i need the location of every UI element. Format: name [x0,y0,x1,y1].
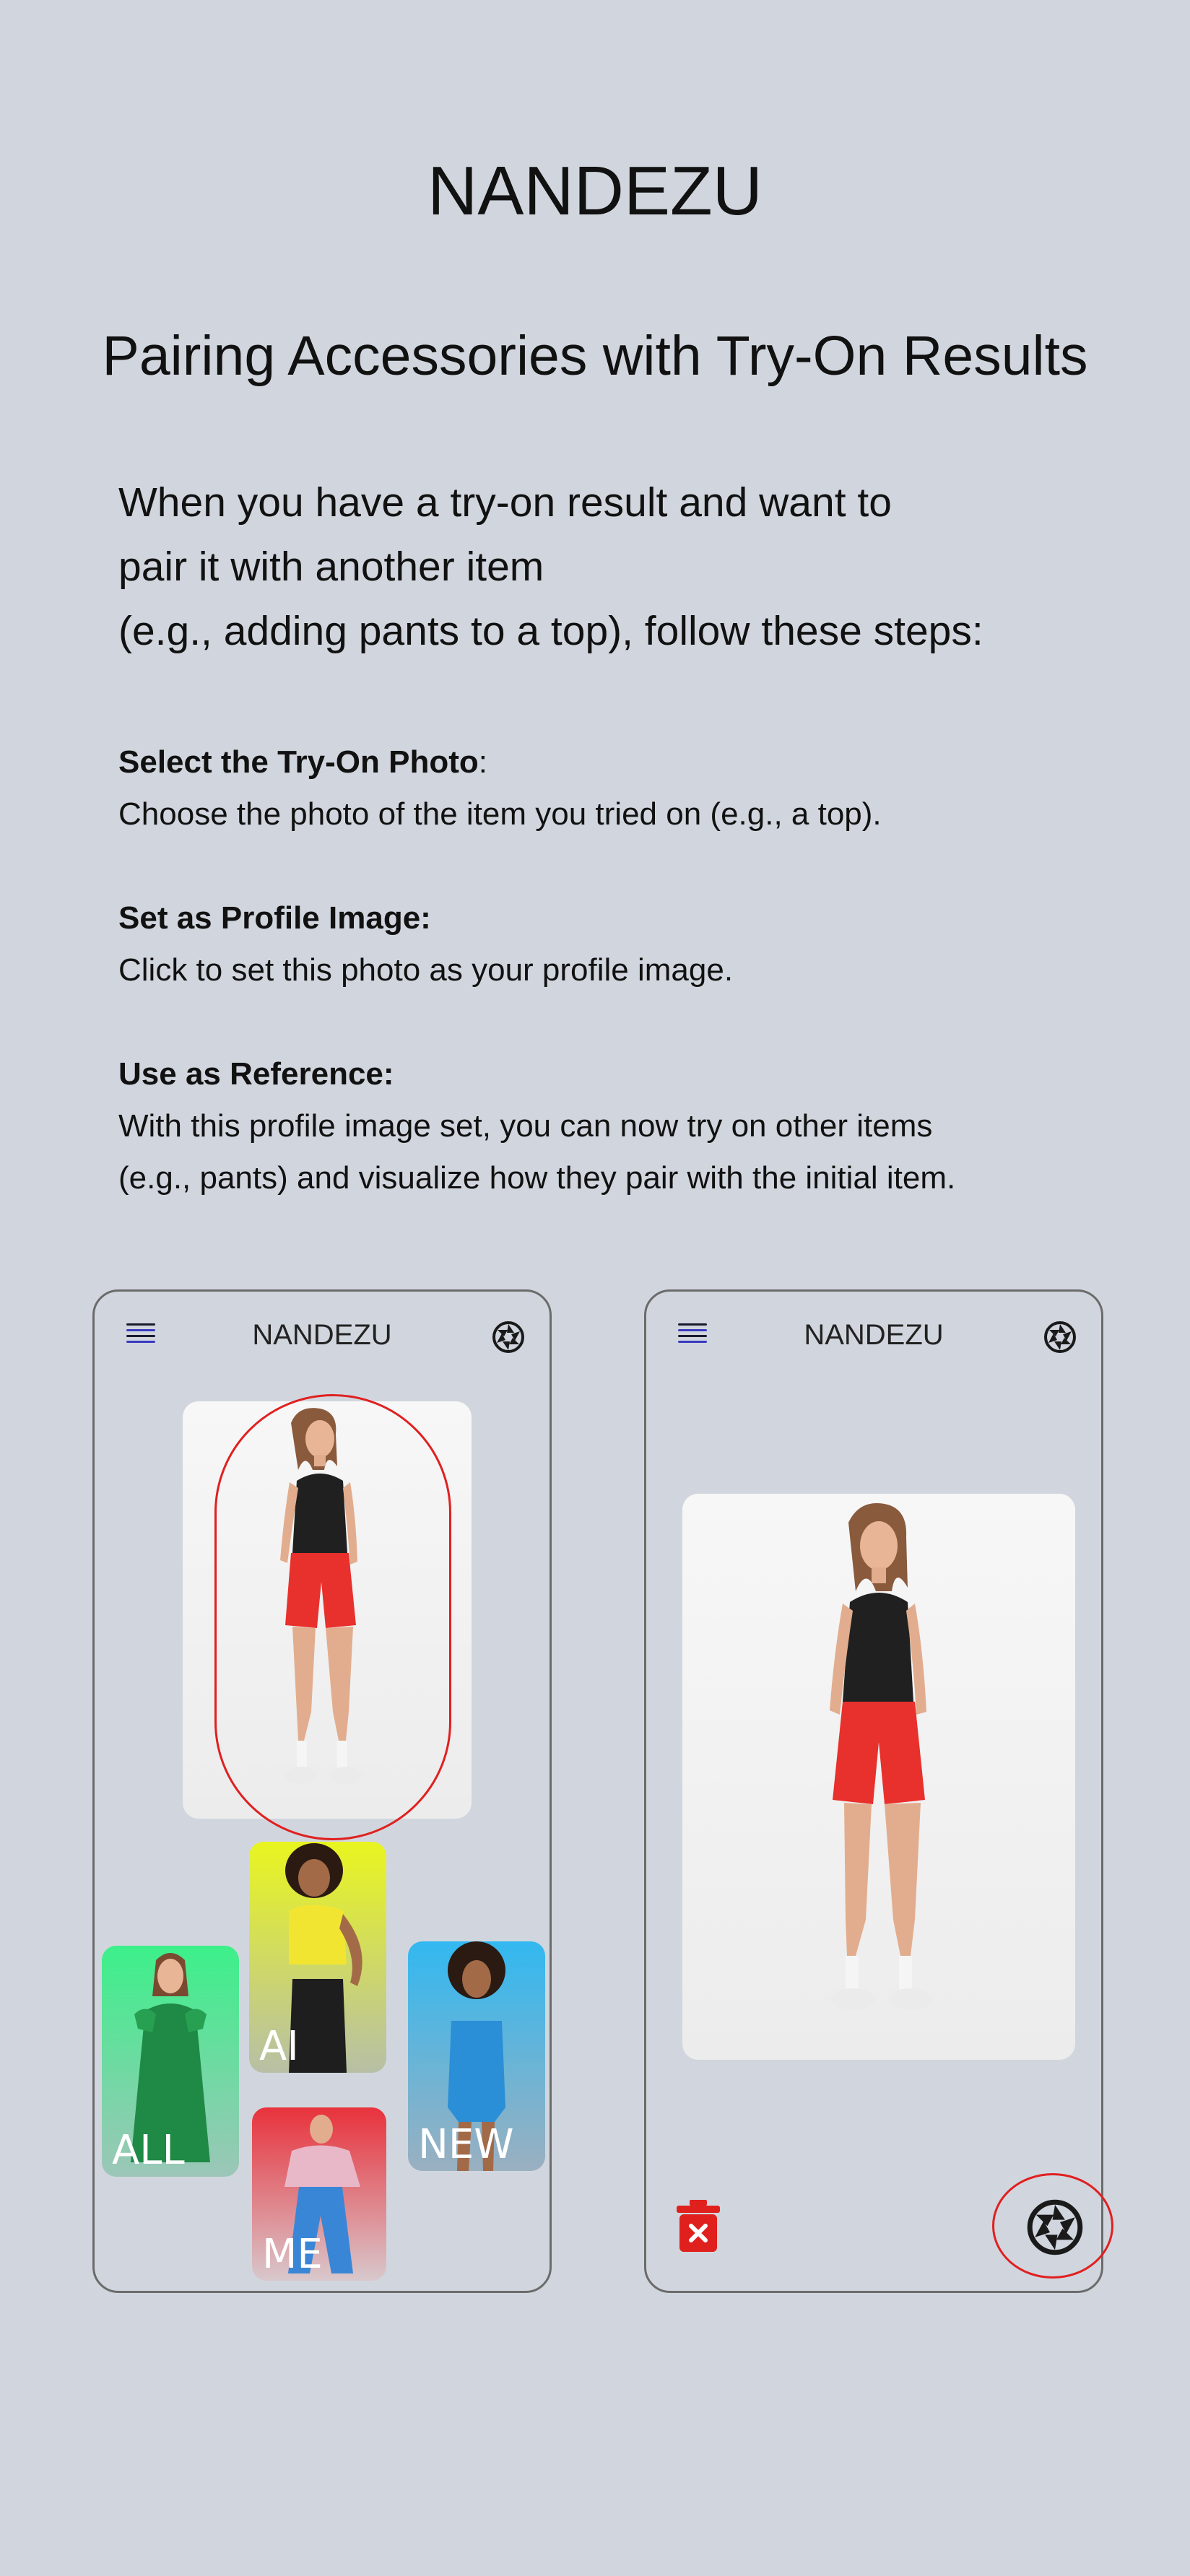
selection-highlight [214,1394,451,1840]
page-title: Pairing Accessories with Try-On Results [102,325,1088,387]
app-title: NANDEZU [252,1319,392,1351]
profile-photo [682,1494,1075,2060]
intro-line: When you have a try-on result and want t… [118,479,892,526]
phone-mockup-right: NANDEZU [644,1289,1103,2293]
step-select-photo: Select the Try-On Photo: Choose the phot… [118,736,1129,840]
step-description: Choose the photo of the item you tried o… [118,796,882,832]
step-heading: Use as Reference: [118,1056,394,1092]
model-photo [830,1503,932,2010]
intro-line: pair it with another item [118,544,544,590]
tile-label: ALL [112,2127,185,2174]
intro-line: (e.g., adding pants to a top), follow th… [118,608,983,654]
trash-icon[interactable] [675,2198,721,2253]
phone-mockup-left: NANDEZU AI ALL NEW ME [92,1289,552,2293]
camera-shutter-icon[interactable] [492,1320,525,1354]
category-tile-new[interactable]: NEW [408,1941,545,2171]
step-description: (e.g., pants) and visualize how they pai… [118,1160,956,1196]
step-description: With this profile image set, you can now… [118,1108,933,1144]
step-description: Click to set this photo as your profile … [118,952,734,988]
page-brand-title: NANDEZU [427,152,763,230]
app-title: NANDEZU [804,1319,944,1351]
category-tile-ai[interactable]: AI [249,1842,386,2073]
tile-label: ME [262,2231,323,2278]
tile-label: AI [259,2023,299,2070]
category-tile-all[interactable]: ALL [102,1946,239,2177]
tile-label: NEW [418,2121,514,2168]
category-tile-me[interactable]: ME [252,2107,386,2281]
camera-shutter-icon[interactable] [1043,1320,1077,1354]
intro-text: When you have a try-on result and want t… [118,471,1115,663]
step-set-profile: Set as Profile Image: Click to set this … [118,892,1129,996]
step-use-reference: Use as Reference: With this profile imag… [118,1048,1129,1204]
camera-highlight [992,2173,1113,2279]
step-heading-suffix: : [478,744,487,780]
step-heading: Set as Profile Image: [118,900,431,936]
step-heading: Select the Try-On Photo [118,744,479,780]
